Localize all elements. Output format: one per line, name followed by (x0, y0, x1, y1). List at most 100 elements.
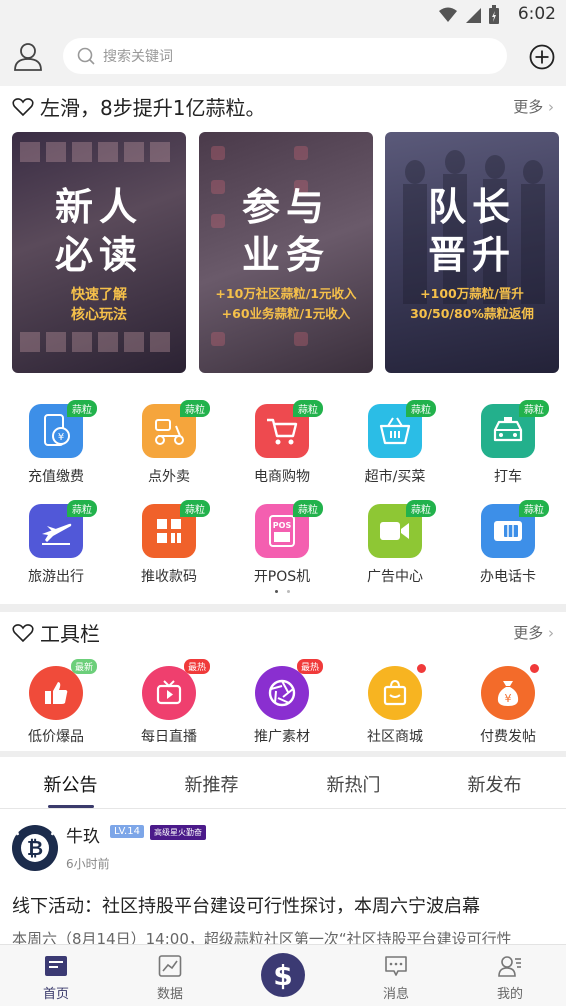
grid-item-takeout[interactable]: 蒜粒 点外卖 (124, 396, 214, 488)
grid-badge: 蒜粒 (406, 400, 436, 417)
grid-label: 旅游出行 (28, 569, 84, 585)
tab-recommended[interactable]: 新推荐 (141, 771, 282, 797)
nav-home[interactable]: 首页 (16, 945, 96, 1006)
feed-tabs: 新公告 新推荐 新热门 新发布 (0, 757, 566, 809)
grid-item-travel[interactable]: 蒜粒 旅游出行 (11, 496, 101, 588)
bottom-nav: 首页 数据 $ 消息 我的 (0, 944, 566, 1006)
grid-item-sim-card[interactable]: 蒜粒 办电话卡 (463, 496, 553, 588)
search-icon (77, 47, 95, 65)
grid-item-recharge[interactable]: ¥ 蒜粒 充值缴费 (11, 396, 101, 488)
banner-2-sub-line1: +10万社区蒜粒/1元收入 (215, 286, 357, 301)
aperture-icon (255, 666, 309, 720)
banner-1-sub-line1: 快速了解 (71, 287, 127, 303)
nav-center-button[interactable]: $ (261, 953, 305, 997)
banner-3-title-line2: 晋升 (427, 233, 516, 277)
grid-item-ecommerce[interactable]: 蒜粒 电商购物 (237, 396, 327, 488)
tab-announcements[interactable]: 新公告 (0, 771, 141, 797)
nav-messages[interactable]: 消息 (356, 945, 436, 1006)
profile-icon (498, 956, 521, 977)
page-indicator-dot-active (275, 590, 278, 593)
tool-label: 付费发帖 (480, 729, 536, 745)
banner-2-title-line1: 参与 (241, 185, 330, 229)
tool-materials[interactable]: 最热 推广素材 (237, 659, 327, 749)
banner-3-sub-line2: 30/50/80%蒜粒返佣 (410, 306, 534, 321)
grid-item-supermarket[interactable]: 蒜粒 超市/买菜 (350, 396, 440, 488)
grid-badge: 蒜粒 (406, 500, 436, 517)
title-badge: 高级星火勤奋 (150, 825, 206, 840)
thumb-up-icon (29, 666, 83, 720)
grid-item-taxi[interactable]: 蒜粒 打车 (463, 396, 553, 488)
banner-newbie[interactable]: 新人 必读 快速了解 核心玩法 (12, 132, 186, 373)
grid-item-pos[interactable]: POS 蒜粒 开POS机 (237, 496, 327, 588)
status-time: 6:02 (517, 4, 556, 24)
guide-section-header: 左滑，8步提升1亿蒜粒。 更多 › (0, 86, 566, 126)
tool-low-price[interactable]: 最新 低价爆品 (11, 659, 101, 749)
tool-live[interactable]: 最热 每日直播 (124, 659, 214, 749)
search-bar[interactable]: 搜索关键词 (63, 38, 507, 74)
chevron-right-icon: › (543, 624, 554, 642)
shopping-bag-icon (368, 666, 422, 720)
nav-mine[interactable]: 我的 (470, 945, 550, 1006)
tools-section-header: 工具栏 更多 › (0, 612, 566, 652)
banner-business[interactable]: 参与 业务 +10万社区蒜粒/1元收入 +60业务蒜粒/1元收入 (199, 132, 373, 373)
message-icon (385, 956, 407, 976)
notification-dot (416, 663, 427, 674)
search-placeholder: 搜索关键词 (103, 49, 173, 65)
tool-mall[interactable]: 社区商城 (350, 659, 440, 749)
avatar[interactable]: ₿ (12, 825, 58, 871)
author-name[interactable]: 牛玖 (66, 822, 100, 847)
tab-new[interactable]: 新发布 (424, 771, 565, 797)
user-icon (14, 43, 42, 71)
chevron-right-icon: › (543, 98, 554, 116)
more-text: 更多 (513, 624, 544, 642)
wifi-icon (439, 7, 457, 22)
banner-2-sub-line2: +60业务蒜粒/1元收入 (221, 306, 351, 321)
tools-section-title: 工具栏 (12, 618, 100, 647)
nav-label: 首页 (42, 987, 69, 1002)
banner-captain[interactable]: 队长 晋升 +100万蒜粒/晋升 30/50/80%蒜粒返佣 (385, 132, 559, 373)
heart-icon (12, 623, 34, 642)
svg-text:¥: ¥ (505, 692, 512, 705)
guide-section-title: 左滑，8步提升1亿蒜粒。 (12, 92, 265, 121)
banner-1-title-line1: 新人 (54, 185, 143, 229)
tool-label: 低价爆品 (28, 729, 84, 745)
banner-1-title-line2: 必读 (54, 233, 143, 277)
grid-badge: 蒜粒 (293, 400, 323, 417)
user-button[interactable] (12, 40, 44, 72)
grid-badge: 蒜粒 (519, 400, 549, 417)
chart-icon (158, 955, 182, 977)
grid-item-qr-code[interactable]: 蒜粒 推收款码 (124, 496, 214, 588)
post-title[interactable]: 线下活动：社区持股平台建设可行性探讨，本周六宁波启幕 (12, 892, 480, 918)
grid-badge: 蒜粒 (519, 500, 549, 517)
post-time: 6小时前 (66, 857, 110, 871)
heart-icon (12, 97, 34, 116)
notification-dot (529, 663, 540, 674)
dollar-icon: $ (273, 958, 293, 992)
nav-data[interactable]: 数据 (130, 945, 210, 1006)
svg-text:¥: ¥ (58, 432, 64, 443)
tool-label: 每日直播 (141, 729, 197, 745)
status-icons (438, 5, 500, 25)
nav-label: 消息 (382, 987, 409, 1002)
tools-more-link[interactable]: 更多 › (513, 622, 554, 643)
status-bar: 6:02 (0, 0, 566, 30)
add-button[interactable] (529, 44, 555, 70)
post-card[interactable]: ₿ 牛玖 LV.14 高级星火勤奋 6小时前 线下活动：社区持股平台建设可行性探… (0, 810, 566, 948)
top-header: 搜索关键词 (0, 30, 566, 86)
grid-label: 推收款码 (141, 569, 197, 585)
banner-3-sub-line1: +100万蒜粒/晋升 (420, 286, 524, 301)
tab-hot[interactable]: 新热门 (283, 771, 424, 797)
battery-icon (489, 5, 499, 24)
money-bag-icon: ¥ (481, 666, 535, 720)
bitcoin-avatar-icon: ₿ (13, 825, 57, 870)
nav-label: 数据 (156, 987, 183, 1002)
more-text: 更多 (513, 98, 544, 116)
grid-item-ad-center[interactable]: 蒜粒 广告中心 (350, 496, 440, 588)
tool-badge: 最热 (297, 659, 324, 674)
grid-label: 办电话卡 (480, 569, 536, 585)
guide-more-link[interactable]: 更多 › (513, 96, 554, 117)
plus-circle-icon (529, 44, 555, 70)
tool-paid-post[interactable]: ¥ 付费发帖 (463, 659, 553, 749)
svg-text:₿: ₿ (27, 836, 43, 860)
section-divider (0, 604, 566, 612)
